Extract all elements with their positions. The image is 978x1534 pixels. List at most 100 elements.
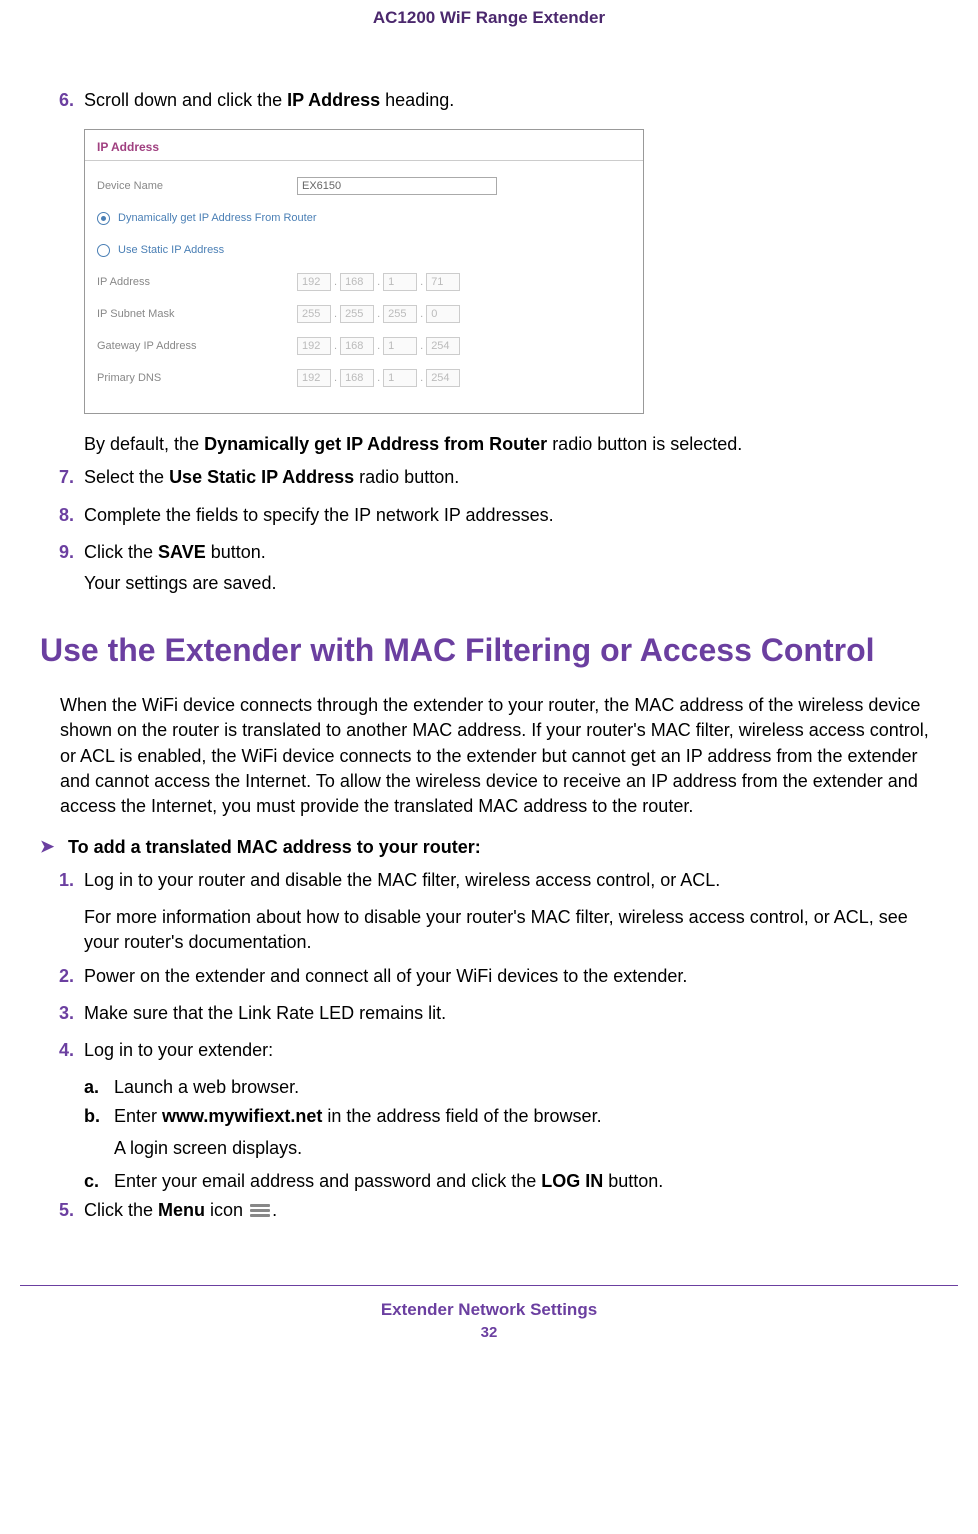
radio-icon[interactable] [97, 212, 110, 225]
octet-input[interactable] [383, 305, 417, 323]
step-body: Click the Menu icon . [84, 1198, 938, 1229]
subnet-row: IP Subnet Mask . . . [97, 303, 631, 325]
text: Launch a web browser. [114, 1075, 938, 1100]
gateway-row: Gateway IP Address . . . [97, 335, 631, 357]
text: . [272, 1200, 277, 1220]
step-number: 9. [40, 540, 84, 602]
octet-input[interactable] [426, 305, 460, 323]
step-body: Log in to your extender: [84, 1038, 938, 1069]
dot: . [420, 340, 423, 352]
dot: . [420, 308, 423, 320]
dot: . [377, 340, 380, 352]
step-number: 6. [40, 88, 84, 119]
text: Click the [84, 542, 158, 562]
text: radio button is selected. [547, 434, 742, 454]
step-body: Log in to your router and disable the MA… [84, 868, 938, 899]
dot: . [377, 308, 380, 320]
sub-letter: a. [84, 1075, 114, 1100]
ip-address-panel: IP Address Device Name Dynamically get I… [84, 129, 644, 414]
text: Complete the fields to specify the IP ne… [84, 503, 938, 528]
text: Power on the extender and connect all of… [84, 964, 938, 989]
text: button. [206, 542, 266, 562]
step-6-explain: By default, the Dynamically get IP Addre… [84, 432, 938, 457]
octet-input[interactable] [426, 369, 460, 387]
menu-icon [250, 1204, 270, 1218]
proc-substep-b-extra: A login screen displays. [114, 1136, 938, 1161]
step-8: 8. Complete the fields to specify the IP… [40, 503, 938, 534]
octet-input[interactable] [383, 337, 417, 355]
octet-input[interactable] [426, 273, 460, 291]
radio-label: Dynamically get IP Address From Router [118, 212, 316, 224]
text: Enter [114, 1106, 162, 1126]
footer-page-number: 32 [0, 1324, 978, 1351]
proc-step-5: 5. Click the Menu icon . [40, 1198, 938, 1229]
proc-substep-b: b. Enter www.mywifiext.net in the addres… [84, 1104, 938, 1129]
device-name-label: Device Name [97, 180, 297, 192]
section-heading: Use the Extender with MAC Filtering or A… [40, 632, 938, 669]
octet-input[interactable] [297, 305, 331, 323]
text-bold: IP Address [287, 90, 380, 110]
octet-input[interactable] [426, 337, 460, 355]
text: Log in to your extender: [84, 1038, 938, 1063]
proc-step-1: 1. Log in to your router and disable the… [40, 868, 938, 899]
octet-input[interactable] [340, 337, 374, 355]
dot: . [420, 372, 423, 384]
dot: . [334, 340, 337, 352]
step-6: 6. Scroll down and click the IP Address … [40, 88, 938, 119]
text: button. [603, 1171, 663, 1191]
text: Select the [84, 467, 169, 487]
text: Make sure that the Link Rate LED remains… [84, 1001, 938, 1026]
row-label: Gateway IP Address [97, 340, 297, 352]
step-body: Click the SAVE button. Your settings are… [84, 540, 938, 602]
dot: . [420, 276, 423, 288]
step-body: Scroll down and click the IP Address hea… [84, 88, 938, 119]
step-body: Power on the extender and connect all of… [84, 964, 938, 995]
text-bold: Menu [158, 1200, 205, 1220]
sub-letter: b. [84, 1104, 114, 1129]
dot: . [334, 276, 337, 288]
sub-letter: c. [84, 1169, 114, 1194]
panel-title: IP Address [85, 130, 643, 161]
proc-step-2: 2. Power on the extender and connect all… [40, 964, 938, 995]
octet-input[interactable] [297, 273, 331, 291]
row-label: IP Address [97, 276, 297, 288]
text-bold: Use Static IP Address [169, 467, 354, 487]
dns-row: Primary DNS . . . [97, 367, 631, 389]
step-9: 9. Click the SAVE button. Your settings … [40, 540, 938, 602]
radio-label: Use Static IP Address [118, 244, 224, 256]
text: in the address field of the browser. [322, 1106, 601, 1126]
footer-divider [20, 1285, 958, 1286]
proc-step-1-extra: For more information about how to disabl… [84, 905, 938, 955]
text-bold: LOG IN [541, 1171, 603, 1191]
radio-dynamic-row[interactable]: Dynamically get IP Address From Router [97, 207, 631, 229]
step-number: 7. [40, 465, 84, 496]
octet-input[interactable] [297, 337, 331, 355]
text: Enter your email address and password an… [114, 1171, 541, 1191]
text: Log in to your router and disable the MA… [84, 868, 938, 893]
procedure-heading: ➤ To add a translated MAC address to you… [40, 837, 938, 858]
step-7: 7. Select the Use Static IP Address radi… [40, 465, 938, 496]
octet-input[interactable] [340, 273, 374, 291]
step-body: Complete the fields to specify the IP ne… [84, 503, 938, 534]
procedure-title: To add a translated MAC address to your … [68, 837, 481, 858]
octet-input[interactable] [383, 369, 417, 387]
dot: . [334, 308, 337, 320]
text-bold: www.mywifiext.net [162, 1106, 322, 1126]
radio-icon[interactable] [97, 244, 110, 257]
text: radio button. [354, 467, 459, 487]
octet-input[interactable] [297, 369, 331, 387]
text: Your settings are saved. [84, 571, 938, 596]
text-bold: Dynamically get IP Address from Router [204, 434, 547, 454]
step-body: Select the Use Static IP Address radio b… [84, 465, 938, 496]
proc-step-4: 4. Log in to your extender: [40, 1038, 938, 1069]
proc-substep-a: a. Launch a web browser. [84, 1075, 938, 1100]
proc-substep-c: c. Enter your email address and password… [84, 1169, 938, 1194]
row-label: IP Subnet Mask [97, 308, 297, 320]
arrow-icon: ➤ [40, 837, 68, 858]
row-label: Primary DNS [97, 372, 297, 384]
octet-input[interactable] [340, 369, 374, 387]
device-name-input[interactable] [297, 177, 497, 195]
radio-static-row[interactable]: Use Static IP Address [97, 239, 631, 261]
octet-input[interactable] [383, 273, 417, 291]
octet-input[interactable] [340, 305, 374, 323]
